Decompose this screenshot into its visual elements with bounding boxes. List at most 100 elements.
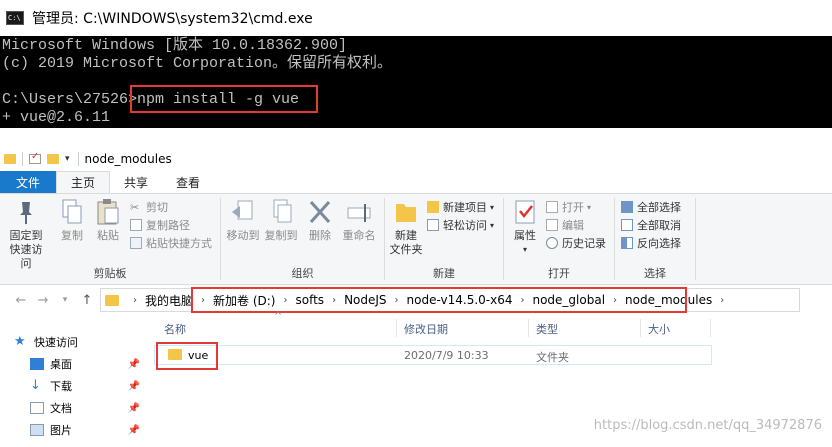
invert-selection-button[interactable]: 反向选择 xyxy=(621,234,681,252)
cmd-window-title: 管理员: C:\WINDOWS\system32\cmd.exe xyxy=(32,11,313,27)
file-type-cell: 文件夹 xyxy=(536,351,569,364)
properties-label: 属性 xyxy=(514,229,536,242)
divider[interactable] xyxy=(710,319,711,337)
chevron-down-icon: ▾ xyxy=(490,220,495,230)
copy-to-icon xyxy=(268,198,294,226)
clipboard-group: 固定到 快速访问 复制 粘贴 ✂ 剪切 复制路径 粘贴快捷方式 剪贴板 xyxy=(0,194,220,284)
explorer-titlebar: ▾ node_modules xyxy=(0,148,832,170)
ribbon: 固定到 快速访问 复制 粘贴 ✂ 剪切 复制路径 粘贴快捷方式 剪贴板 移动到 … xyxy=(0,193,832,285)
easy-access-button[interactable]: 轻松访问 ▾ xyxy=(427,216,494,234)
copy-to-label: 复制到 xyxy=(264,229,298,242)
copy-path-button[interactable]: 复制路径 xyxy=(130,216,190,234)
divider[interactable] xyxy=(396,319,397,337)
copy-to-button[interactable]: 复制到 xyxy=(263,198,299,243)
cut-label: 剪切 xyxy=(146,201,168,214)
new-folder-icon[interactable] xyxy=(47,154,59,164)
pin-icon xyxy=(13,198,39,226)
nav-item-label: 快速访问 xyxy=(34,336,78,349)
file-highlight-box xyxy=(156,342,218,370)
select-none-button[interactable]: 全部取消 xyxy=(621,216,681,234)
tab-share[interactable]: 共享 xyxy=(110,171,162,193)
column-header-name[interactable]: 名称 xyxy=(164,321,186,337)
properties-button[interactable]: 属性 ▾ xyxy=(508,198,542,257)
breadcrumb-item[interactable]: 我的电脑 xyxy=(145,292,193,309)
select-group-label: 选择 xyxy=(644,267,666,280)
console-line: C:\Users\27526>npm install -g vue xyxy=(2,91,300,108)
new-item-icon xyxy=(427,201,439,213)
cmd-console[interactable]: Microsoft Windows [版本 10.0.18362.900] (c… xyxy=(0,36,832,128)
nav-item-documents[interactable]: 文档 📌 xyxy=(30,399,144,417)
forward-arrow-icon[interactable]: → xyxy=(32,293,54,308)
cmd-window-titlebar: 管理员: C:\WINDOWS\system32\cmd.exe xyxy=(0,0,832,36)
picture-icon xyxy=(30,424,44,436)
breadcrumb-separator-icon[interactable]: › xyxy=(133,295,137,306)
pin-icon[interactable]: 📌 xyxy=(128,359,140,370)
select-all-button[interactable]: 全部选择 xyxy=(621,198,681,216)
edit-label: 编辑 xyxy=(562,219,584,232)
column-header-modified[interactable]: 修改日期 xyxy=(404,321,448,337)
cut-button[interactable]: ✂ 剪切 xyxy=(130,198,168,216)
nav-item-desktop[interactable]: 桌面 📌 xyxy=(30,355,144,373)
properties-icon[interactable] xyxy=(29,151,41,164)
tab-file[interactable]: 文件 xyxy=(0,171,57,193)
history-button[interactable]: 历史记录 xyxy=(546,234,606,252)
delete-button[interactable]: 删除 xyxy=(305,198,335,243)
column-header-type[interactable]: 类型 xyxy=(536,321,558,337)
pin-quick-access-button[interactable]: 固定到 快速访问 xyxy=(6,198,46,271)
tab-view[interactable]: 查看 xyxy=(162,171,214,193)
open-group-label: 打开 xyxy=(548,267,570,280)
nav-item-pictures[interactable]: 图片 📌 xyxy=(30,421,144,439)
properties-icon xyxy=(512,198,538,226)
pin-icon[interactable]: 📌 xyxy=(128,425,140,436)
nav-item-quick-access[interactable]: ★ 快速访问 xyxy=(14,333,144,351)
move-to-button[interactable]: 移动到 xyxy=(225,198,261,243)
divider xyxy=(22,152,23,166)
new-item-button[interactable]: 新建项目 ▾ xyxy=(427,198,494,216)
clipboard-icon xyxy=(95,198,121,226)
new-folder-label: 新建 文件夹 xyxy=(389,229,423,256)
delete-label: 删除 xyxy=(309,229,331,242)
ribbon-tabs: 文件 主页 共享 查看 xyxy=(0,171,832,193)
nav-item-downloads[interactable]: ↓ 下载 📌 xyxy=(30,377,144,395)
rename-label: 重命名 xyxy=(342,229,376,242)
edit-button[interactable]: 编辑 xyxy=(546,216,584,234)
file-list: ^ 名称 修改日期 类型 大小 vue 2020/7/9 10:33 文件夹 h… xyxy=(150,311,832,447)
breadcrumb-separator-icon[interactable]: › xyxy=(720,295,724,306)
divider[interactable] xyxy=(640,319,641,337)
move-to-icon xyxy=(230,198,256,226)
paste-button[interactable]: 粘贴 xyxy=(92,198,124,243)
pin-icon[interactable]: 📌 xyxy=(128,381,140,392)
invert-selection-label: 反向选择 xyxy=(637,237,681,250)
rename-button[interactable]: 重命名 xyxy=(339,198,379,243)
divider[interactable] xyxy=(528,319,529,337)
path-highlight-box xyxy=(191,287,687,313)
back-arrow-icon[interactable]: ← xyxy=(10,293,32,308)
pin-icon[interactable]: 📌 xyxy=(128,403,140,414)
tab-home[interactable]: 主页 xyxy=(56,171,111,193)
download-icon: ↓ xyxy=(30,378,41,393)
new-folder-icon xyxy=(393,198,419,226)
nav-item-label: 下载 xyxy=(50,380,72,393)
sort-ascending-icon: ^ xyxy=(274,311,283,322)
chevron-down-icon[interactable]: ▾ xyxy=(65,154,70,164)
copy-button[interactable]: 复制 xyxy=(56,198,88,243)
edit-icon xyxy=(546,219,558,231)
cmd-icon xyxy=(6,11,24,25)
explorer-window-title: node_modules xyxy=(84,152,172,166)
open-button[interactable]: 打开 ▾ xyxy=(546,198,591,216)
open-label: 打开 xyxy=(562,201,584,214)
paste-shortcut-button[interactable]: 粘贴快捷方式 xyxy=(130,234,212,252)
chevron-down-icon: ▾ xyxy=(490,202,495,212)
easy-access-label: 轻松访问 xyxy=(443,219,487,232)
open-group: 属性 ▾ 打开 ▾ 编辑 历史记录 打开 xyxy=(504,194,614,284)
paste-label: 粘贴 xyxy=(97,229,119,242)
nav-item-label: 图片 xyxy=(50,424,72,437)
column-header-size[interactable]: 大小 xyxy=(648,321,670,337)
select-group: 全部选择 全部取消 反向选择 选择 xyxy=(615,194,695,284)
up-arrow-icon[interactable]: ↑ xyxy=(76,293,98,308)
recent-locations-chevron-icon[interactable]: ▾ xyxy=(54,295,76,305)
invert-selection-icon xyxy=(621,237,633,249)
new-folder-button[interactable]: 新建 文件夹 xyxy=(387,198,425,257)
file-modified-cell: 2020/7/9 10:33 xyxy=(404,349,489,362)
